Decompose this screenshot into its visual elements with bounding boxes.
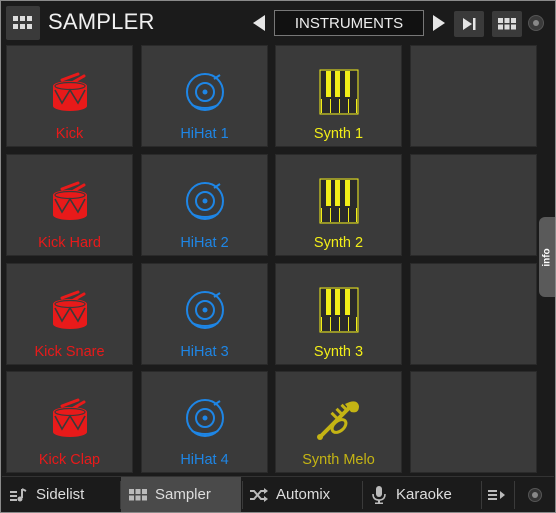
pad-kick-hard[interactable]: Kick Hard <box>6 154 133 256</box>
dot-icon <box>528 487 542 502</box>
tab-label: Sidelist <box>36 486 85 503</box>
pad-synth-melo[interactable]: Synth Melo <box>275 371 402 473</box>
pad-label: Kick <box>55 126 84 142</box>
pad-label: Synth 3 <box>313 344 364 360</box>
pad-hihat-3[interactable]: HiHat 3 <box>141 263 268 365</box>
pad-empty[interactable] <box>410 371 537 473</box>
grid-icon <box>13 16 32 29</box>
cymbal-icon <box>142 286 267 334</box>
pad-empty[interactable] <box>410 45 537 147</box>
info-tab-label: info <box>541 247 553 267</box>
drum-icon <box>7 286 132 334</box>
list-arrow-button[interactable] <box>488 477 510 512</box>
pad-kick-clap[interactable]: Kick Clap <box>6 371 133 473</box>
dot-menu-icon[interactable] <box>528 15 544 31</box>
cymbal-icon <box>142 394 267 442</box>
sidelist-icon <box>10 486 28 504</box>
tab-divider <box>242 481 243 509</box>
pad-label: Synth 1 <box>313 126 364 142</box>
pad-label: HiHat 1 <box>180 126 229 142</box>
tab-label: Karaoke <box>396 486 452 503</box>
pad-label: HiHat 4 <box>180 452 229 468</box>
pad-synth-3[interactable]: Synth 3 <box>275 263 402 365</box>
tab-divider <box>514 481 515 509</box>
bottom-tab-bar: Sidelist Sampler Automix Karaoke <box>2 476 554 512</box>
keyboard-icon <box>276 177 401 225</box>
pad-label: Synth 2 <box>313 235 364 251</box>
keyboard-icon <box>276 286 401 334</box>
category-selector[interactable]: INSTRUMENTS <box>274 10 424 36</box>
prev-category-button[interactable] <box>250 12 268 34</box>
pad-grid: Kick HiHat 1 Synth 1 Kick Hard HiHat 2 Synth … <box>6 45 537 473</box>
pad-kick-snare[interactable]: Kick Snare <box>6 263 133 365</box>
pad-empty[interactable] <box>410 154 537 256</box>
drum-icon <box>7 68 132 116</box>
pad-label: Kick Snare <box>34 344 105 360</box>
pads-view-button[interactable] <box>492 11 522 37</box>
grid-menu-button[interactable] <box>6 6 40 40</box>
drum-icon <box>7 177 132 225</box>
cymbal-icon <box>142 177 267 225</box>
pad-kick[interactable]: Kick <box>6 45 133 147</box>
shuffle-icon <box>250 486 268 504</box>
next-category-button[interactable] <box>430 12 448 34</box>
pad-label: HiHat 2 <box>180 235 229 251</box>
pad-hihat-2[interactable]: HiHat 2 <box>141 154 268 256</box>
pad-hihat-4[interactable]: HiHat 4 <box>141 371 268 473</box>
info-side-tab[interactable]: info <box>539 217 555 297</box>
pad-synth-1[interactable]: Synth 1 <box>275 45 402 147</box>
tab-karaoke[interactable]: Karaoke <box>370 477 480 512</box>
sampler-header: SAMPLER INSTRUMENTS <box>2 2 554 42</box>
tab-divider <box>362 481 363 509</box>
drum-icon <box>7 394 132 442</box>
grid-icon <box>129 486 147 504</box>
trumpet-icon <box>276 394 401 442</box>
list-arrow-icon <box>488 489 505 500</box>
pad-label: HiHat 3 <box>180 344 229 360</box>
tab-label: Automix <box>276 486 331 503</box>
tab-automix[interactable]: Automix <box>250 477 360 512</box>
pad-label: Synth Melo <box>302 452 375 468</box>
tab-divider <box>481 481 482 509</box>
prev-arrow-icon <box>253 15 265 31</box>
cymbal-icon <box>142 68 267 116</box>
skip-end-icon <box>463 18 476 30</box>
keyboard-icon <box>276 68 401 116</box>
tab-sidelist[interactable]: Sidelist <box>10 477 120 512</box>
skip-end-button[interactable] <box>454 11 484 37</box>
sampler-panel: SAMPLER INSTRUMENTS Kick HiHat 1 Synth 1 Ki… <box>0 0 556 513</box>
tab-sampler[interactable]: Sampler <box>121 477 241 512</box>
pad-label: Kick Clap <box>38 452 101 468</box>
pads-view-icon <box>498 18 516 30</box>
microphone-icon <box>370 485 388 504</box>
dot-button[interactable] <box>526 477 544 512</box>
pad-hihat-1[interactable]: HiHat 1 <box>141 45 268 147</box>
pad-synth-2[interactable]: Synth 2 <box>275 154 402 256</box>
page-title: SAMPLER <box>48 9 155 34</box>
next-arrow-icon <box>433 15 445 31</box>
pad-label: Kick Hard <box>38 235 101 251</box>
tab-label: Sampler <box>155 486 211 503</box>
pad-empty[interactable] <box>410 263 537 365</box>
